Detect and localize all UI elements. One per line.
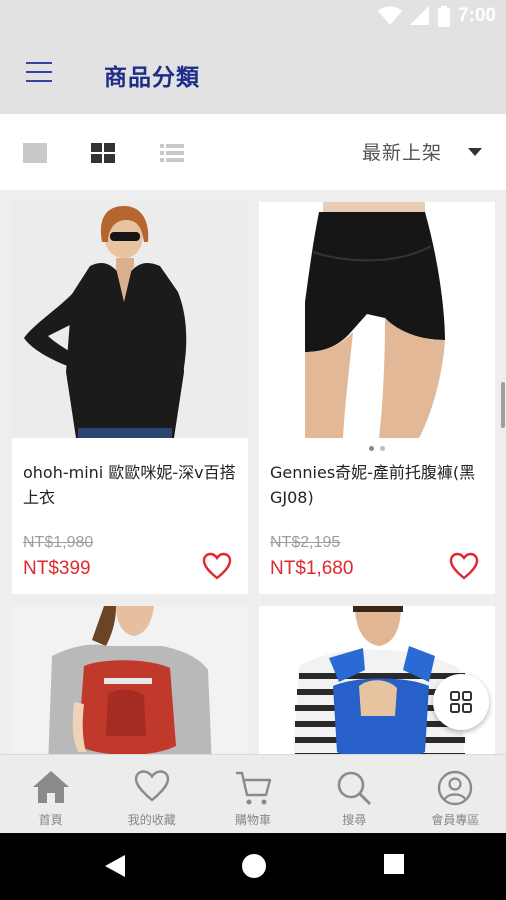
account-icon	[438, 770, 473, 806]
nav-item-cart[interactable]: 購物車	[202, 755, 303, 833]
signal-icon	[409, 6, 429, 25]
original-price: NT$1,980	[23, 534, 94, 551]
nav-item-home[interactable]: 首頁	[0, 755, 101, 833]
status-bar: 7:00	[0, 0, 506, 34]
original-price: NT$2,195	[270, 534, 341, 551]
heart-icon	[134, 770, 169, 802]
product-card[interactable]	[12, 606, 248, 754]
grid-view-icon	[450, 691, 472, 713]
bottom-navigation: 首頁 我的收藏 購物車 搜尋 會員專區	[0, 754, 506, 833]
nav-label: 搜尋	[342, 813, 367, 827]
product-image	[12, 606, 248, 754]
nav-item-favorites[interactable]: 我的收藏	[101, 755, 202, 833]
product-card[interactable]: ohoh-mini 歐歐咪妮-深v百搭上衣 NT$1,980 NT$399	[12, 202, 248, 594]
home-button-icon[interactable]	[241, 853, 267, 879]
nav-label: 首頁	[38, 813, 63, 827]
nav-label: 我的收藏	[127, 813, 176, 827]
recents-icon[interactable]	[383, 853, 405, 875]
back-icon[interactable]	[103, 853, 127, 879]
hamburger-menu-icon[interactable]	[26, 62, 52, 84]
scrollbar[interactable]	[501, 382, 505, 428]
nav-label: 購物車	[235, 813, 272, 827]
product-card[interactable]: Gennies奇妮-產前托腹褲(黑GJ08) NT$2,195 NT$1,680	[259, 202, 495, 594]
heart-icon[interactable]	[449, 552, 479, 580]
grid-view-icon[interactable]	[90, 142, 116, 164]
battery-icon	[437, 5, 450, 27]
app-bar: 商品分類	[0, 34, 506, 114]
view-toolbar: 最新上架	[0, 114, 506, 190]
nav-label: 會員專區	[431, 813, 480, 827]
view-mode-fab[interactable]	[433, 674, 489, 730]
page-title: 商品分類	[104, 65, 200, 91]
nav-item-account[interactable]: 會員專區	[405, 755, 506, 833]
nav-item-search[interactable]: 搜尋	[304, 755, 405, 833]
heart-icon[interactable]	[202, 552, 232, 580]
sale-price: NT$399	[23, 558, 91, 579]
sort-dropdown[interactable]: 最新上架	[362, 138, 482, 165]
sale-price: NT$1,680	[270, 558, 354, 579]
product-name: Gennies奇妮-產前托腹褲(黑GJ08)	[270, 463, 476, 507]
chevron-down-icon	[468, 147, 482, 156]
product-image	[12, 202, 248, 438]
wifi-icon	[377, 6, 402, 25]
search-icon	[337, 771, 372, 806]
list-view-icon[interactable]	[159, 142, 185, 164]
product-name: ohoh-mini 歐歐咪妮-深v百搭上衣	[23, 463, 236, 507]
status-time: 7:00	[457, 5, 496, 26]
home-icon	[32, 771, 69, 803]
system-navigation-bar	[0, 833, 506, 900]
sort-label: 最新上架	[361, 142, 442, 164]
status-icons: 7:00	[377, 5, 496, 27]
product-grid: ohoh-mini 歐歐咪妮-深v百搭上衣 NT$1,980 NT$399 Ge…	[0, 190, 506, 754]
image-carousel-indicator	[259, 446, 495, 451]
cart-icon	[236, 771, 272, 805]
product-image	[259, 202, 495, 438]
single-view-icon[interactable]	[22, 142, 48, 164]
